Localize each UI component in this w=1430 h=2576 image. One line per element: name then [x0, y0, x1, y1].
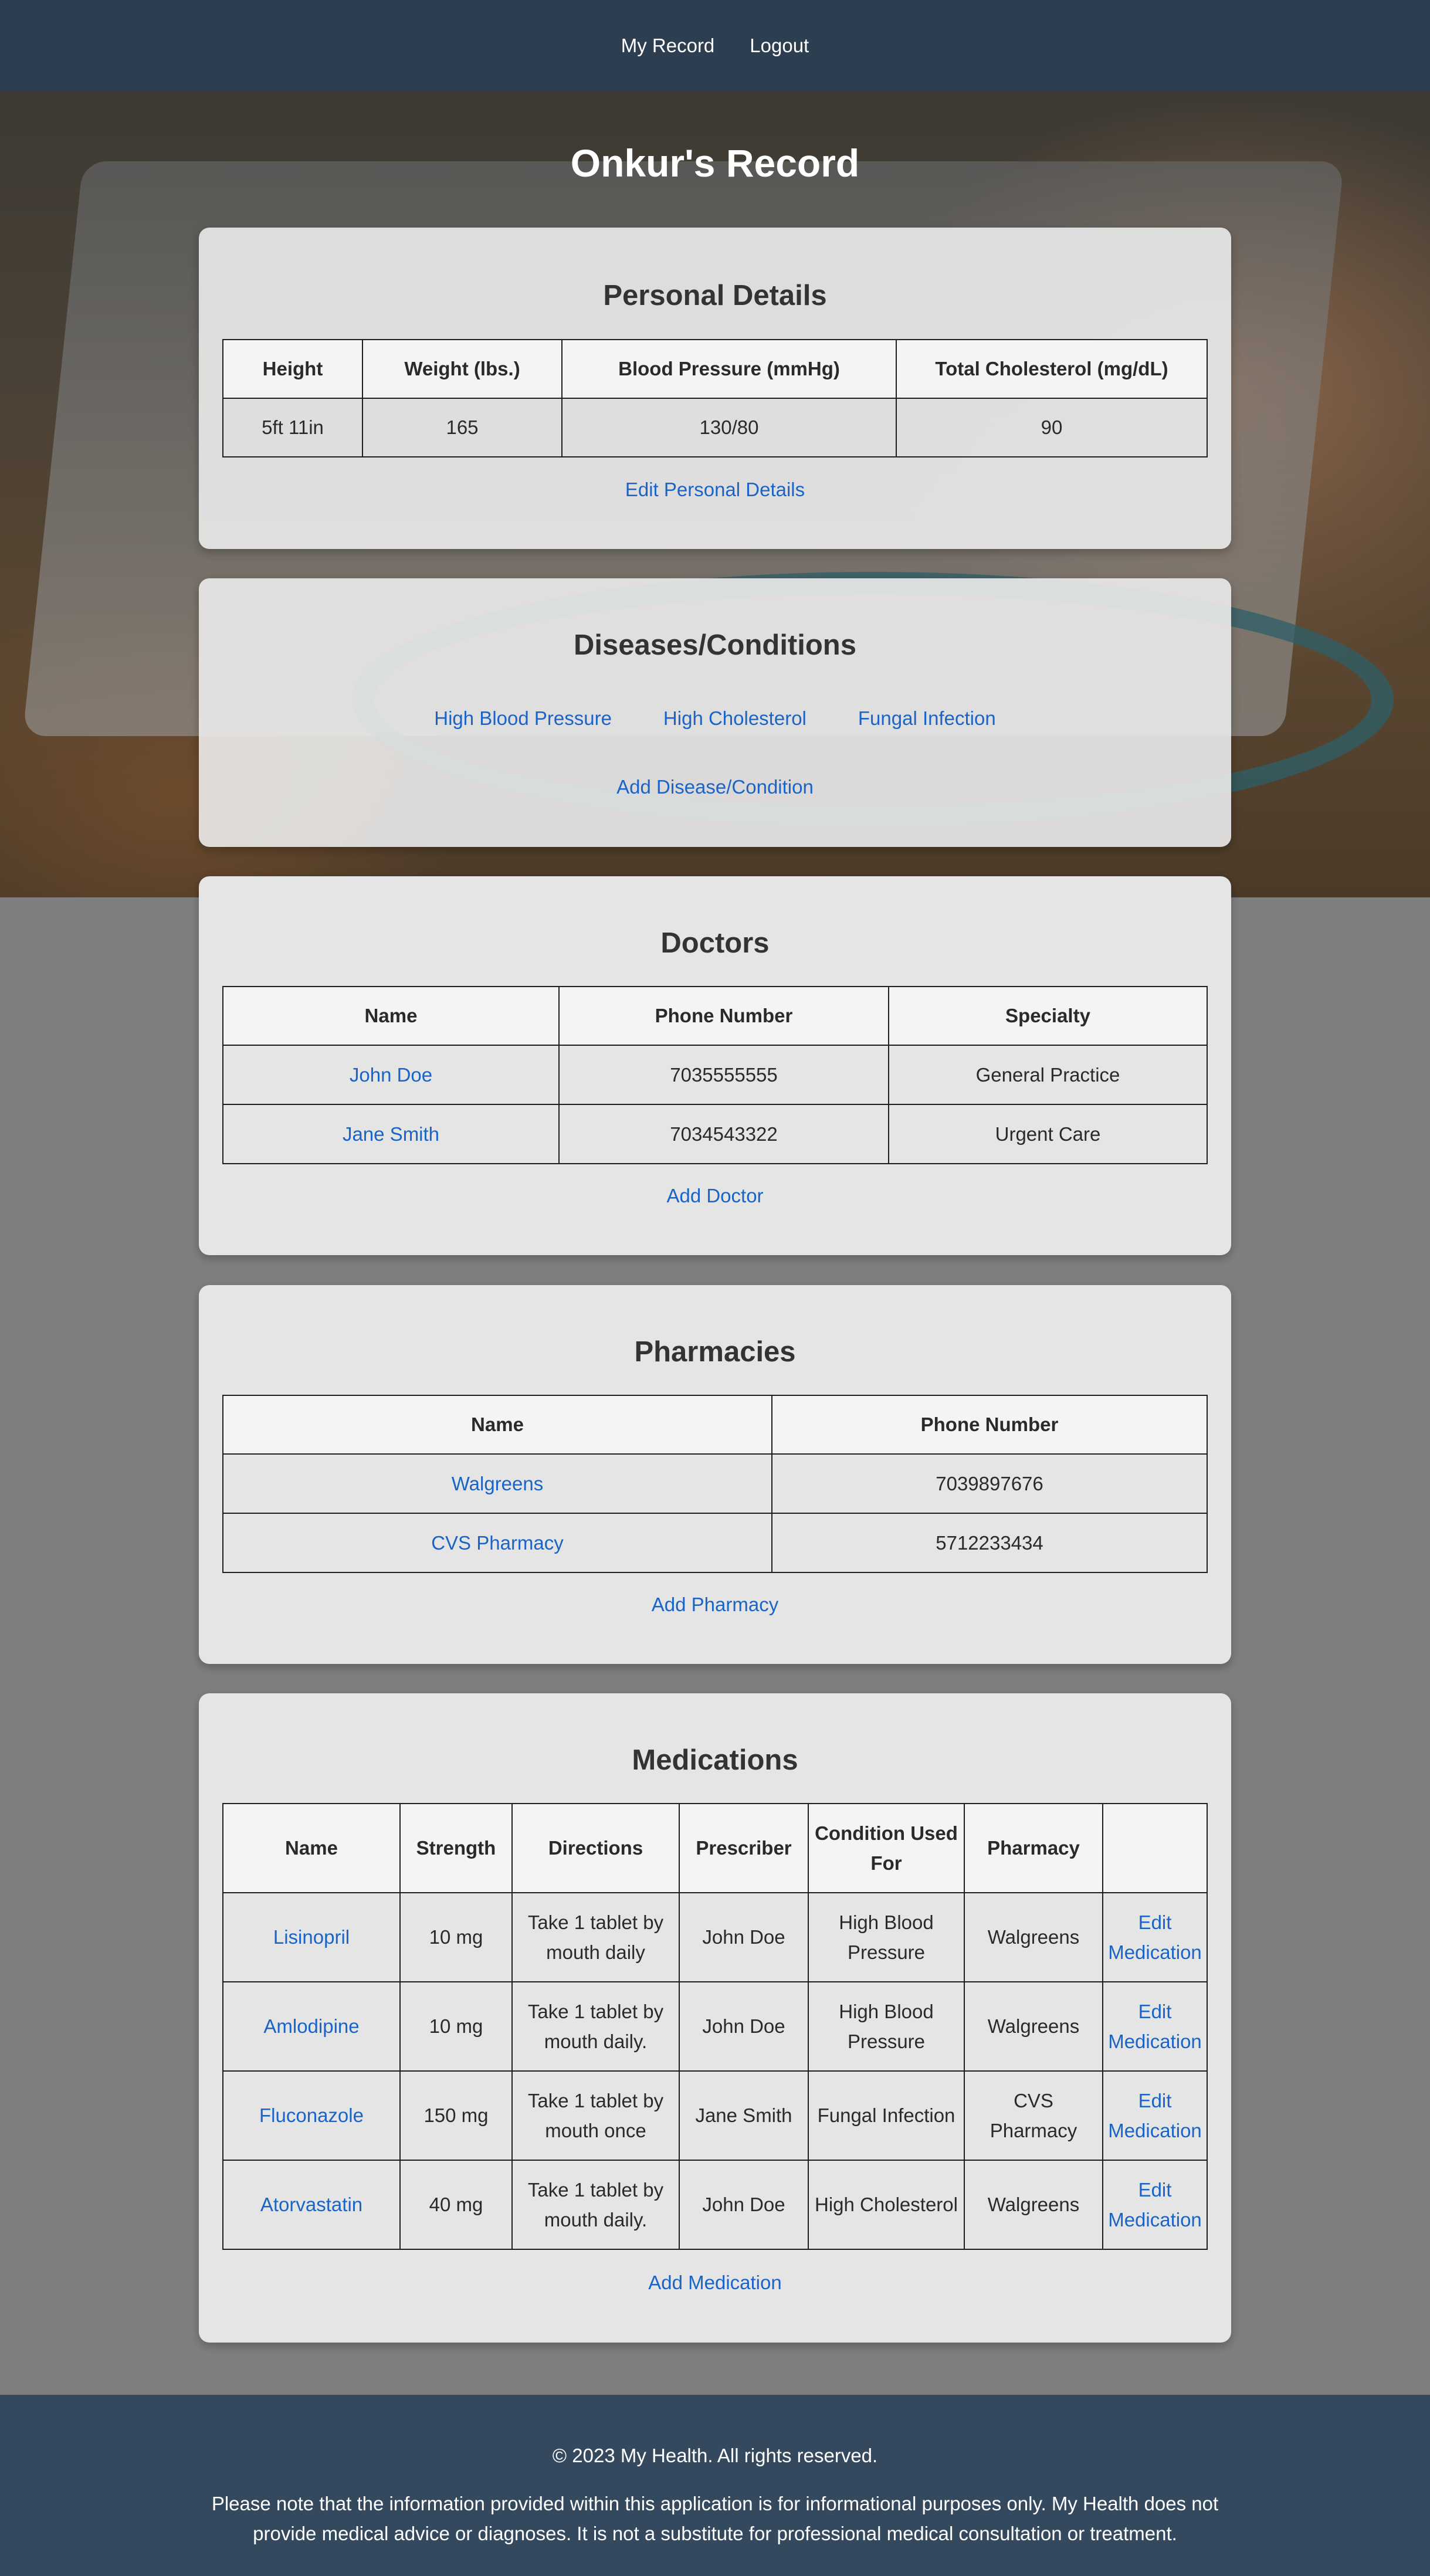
- conditions-title: Diseases/Conditions: [574, 629, 856, 661]
- pharmacy-phone: 7039897676: [771, 1453, 1208, 1514]
- add-doctor-link[interactable]: Add Doctor: [199, 1185, 1231, 1207]
- doctor-specialty: Urgent Care: [888, 1104, 1208, 1164]
- medications-title: Medications: [632, 1744, 798, 1776]
- table-row: 5ft 11in 165 130/80 90: [222, 398, 1208, 457]
- column-header: Phone Number: [771, 1395, 1208, 1455]
- condition-link[interactable]: High Blood Pressure: [434, 707, 612, 730]
- medication-prescriber: Jane Smith: [679, 2070, 809, 2161]
- pharmacy-phone: 5712233434: [771, 1513, 1208, 1573]
- column-header: Weight (lbs.): [362, 339, 562, 399]
- medications-card: Medications Name Strength Directions Pre…: [199, 1693, 1231, 2343]
- medication-strength: 10 mg: [399, 1892, 513, 1982]
- column-header: Name: [222, 1803, 401, 1893]
- column-header: Pharmacy: [964, 1803, 1103, 1893]
- condition-link[interactable]: Fungal Infection: [858, 707, 996, 730]
- medication-strength: 40 mg: [399, 2160, 513, 2250]
- medication-condition: High Blood Pressure: [808, 1892, 965, 1982]
- cholesterol-value: 90: [896, 398, 1208, 457]
- medication-strength: 150 mg: [399, 2070, 513, 2161]
- column-header: Directions: [511, 1803, 680, 1893]
- column-header: Height: [222, 339, 363, 399]
- table-row: Jane Smith 7034543322 Urgent Care: [222, 1104, 1208, 1164]
- medication-pharmacy: Walgreens: [964, 1981, 1103, 2072]
- medication-pharmacy: Walgreens: [964, 1892, 1103, 1982]
- personal-details-table: Height Weight (lbs.) Blood Pressure (mmH…: [222, 339, 1208, 457]
- table-row: CVS Pharmacy 5712233434: [222, 1513, 1208, 1573]
- column-header: Name: [222, 1395, 772, 1455]
- nav-logout-link[interactable]: Logout: [750, 35, 809, 57]
- doctor-name-link[interactable]: John Doe: [222, 1045, 560, 1105]
- table-row: John Doe 7035555555 General Practice: [222, 1045, 1208, 1105]
- doctors-title: Doctors: [660, 927, 770, 959]
- doctor-specialty: General Practice: [888, 1045, 1208, 1105]
- column-header: Phone Number: [558, 986, 889, 1046]
- nav-my-record-link[interactable]: My Record: [621, 35, 715, 57]
- add-medication-link[interactable]: Add Medication: [199, 2272, 1231, 2294]
- medication-pharmacy: Walgreens: [964, 2160, 1103, 2250]
- page-footer: © 2023 My Health. All rights reserved. P…: [0, 2395, 1430, 2576]
- pharmacy-name-link[interactable]: Walgreens: [222, 1453, 772, 1514]
- page-title: Onkur's Record: [570, 141, 860, 185]
- personal-details-title: Personal Details: [603, 280, 827, 311]
- table-row: Atorvastatin 40 mg Take 1 tablet by mout…: [222, 2160, 1208, 2250]
- column-header: Condition Used For: [808, 1803, 965, 1893]
- medication-directions: Take 1 tablet by mouth daily: [511, 1892, 680, 1982]
- edit-personal-details-link[interactable]: Edit Personal Details: [199, 479, 1231, 501]
- table-row: Fluconazole 150 mg Take 1 tablet by mout…: [222, 2070, 1208, 2161]
- pharmacies-title: Pharmacies: [634, 1336, 796, 1368]
- add-pharmacy-link[interactable]: Add Pharmacy: [199, 1594, 1231, 1616]
- medication-prescriber: John Doe: [679, 2160, 809, 2250]
- weight-value: 165: [362, 398, 562, 457]
- column-header: [1102, 1803, 1208, 1893]
- table-row: Walgreens 7039897676: [222, 1453, 1208, 1514]
- column-header: Strength: [399, 1803, 513, 1893]
- medication-name-link[interactable]: Atorvastatin: [222, 2160, 401, 2250]
- edit-medication-link[interactable]: Edit Medication: [1102, 2070, 1208, 2161]
- conditions-card: Diseases/Conditions High Blood Pressure …: [199, 578, 1231, 847]
- pharmacy-name-link[interactable]: CVS Pharmacy: [222, 1513, 772, 1573]
- add-condition-link[interactable]: Add Disease/Condition: [199, 776, 1231, 798]
- conditions-list: High Blood Pressure High Cholesterol Fun…: [199, 707, 1231, 730]
- condition-link[interactable]: High Cholesterol: [663, 707, 807, 730]
- doctor-phone: 7034543322: [558, 1104, 889, 1164]
- medication-strength: 10 mg: [399, 1981, 513, 2072]
- medication-directions: Take 1 tablet by mouth once: [511, 2070, 680, 2161]
- medication-prescriber: John Doe: [679, 1892, 809, 1982]
- medication-condition: High Cholesterol: [808, 2160, 965, 2250]
- edit-medication-link[interactable]: Edit Medication: [1102, 1981, 1208, 2072]
- column-header: Prescriber: [679, 1803, 809, 1893]
- medication-prescriber: John Doe: [679, 1981, 809, 2072]
- column-header: Specialty: [888, 986, 1208, 1046]
- height-value: 5ft 11in: [222, 398, 363, 457]
- edit-medication-link[interactable]: Edit Medication: [1102, 1892, 1208, 1982]
- medication-directions: Take 1 tablet by mouth daily.: [511, 2160, 680, 2250]
- pharmacies-table: Name Phone Number Walgreens 7039897676 C…: [222, 1395, 1208, 1573]
- edit-medication-link[interactable]: Edit Medication: [1102, 2160, 1208, 2250]
- table-row: Amlodipine 10 mg Take 1 tablet by mouth …: [222, 1981, 1208, 2072]
- medication-name-link[interactable]: Lisinopril: [222, 1892, 401, 1982]
- table-row: Lisinopril 10 mg Take 1 tablet by mouth …: [222, 1892, 1208, 1982]
- doctor-name-link[interactable]: Jane Smith: [222, 1104, 560, 1164]
- column-header: Blood Pressure (mmHg): [561, 339, 897, 399]
- medication-directions: Take 1 tablet by mouth daily.: [511, 1981, 680, 2072]
- footer-disclaimer: Please note that the information provide…: [211, 2493, 1219, 2545]
- footer-copyright: © 2023 My Health. All rights reserved.: [552, 2445, 878, 2466]
- medication-condition: High Blood Pressure: [808, 1981, 965, 2072]
- medications-table: Name Strength Directions Prescriber Cond…: [222, 1803, 1208, 2250]
- medication-name-link[interactable]: Fluconazole: [222, 2070, 401, 2161]
- medication-pharmacy: CVS Pharmacy: [964, 2070, 1103, 2161]
- medication-condition: Fungal Infection: [808, 2070, 965, 2161]
- doctors-table: Name Phone Number Specialty John Doe 703…: [222, 986, 1208, 1164]
- doctor-phone: 7035555555: [558, 1045, 889, 1105]
- column-header: Name: [222, 986, 560, 1046]
- blood-pressure-value: 130/80: [561, 398, 897, 457]
- personal-details-card: Personal Details Height Weight (lbs.) Bl…: [199, 228, 1231, 549]
- medication-name-link[interactable]: Amlodipine: [222, 1981, 401, 2072]
- doctors-card: Doctors Name Phone Number Specialty John…: [199, 876, 1231, 1255]
- top-navbar: My Record Logout: [0, 0, 1430, 91]
- column-header: Total Cholesterol (mg/dL): [896, 339, 1208, 399]
- pharmacies-card: Pharmacies Name Phone Number Walgreens 7…: [199, 1285, 1231, 1664]
